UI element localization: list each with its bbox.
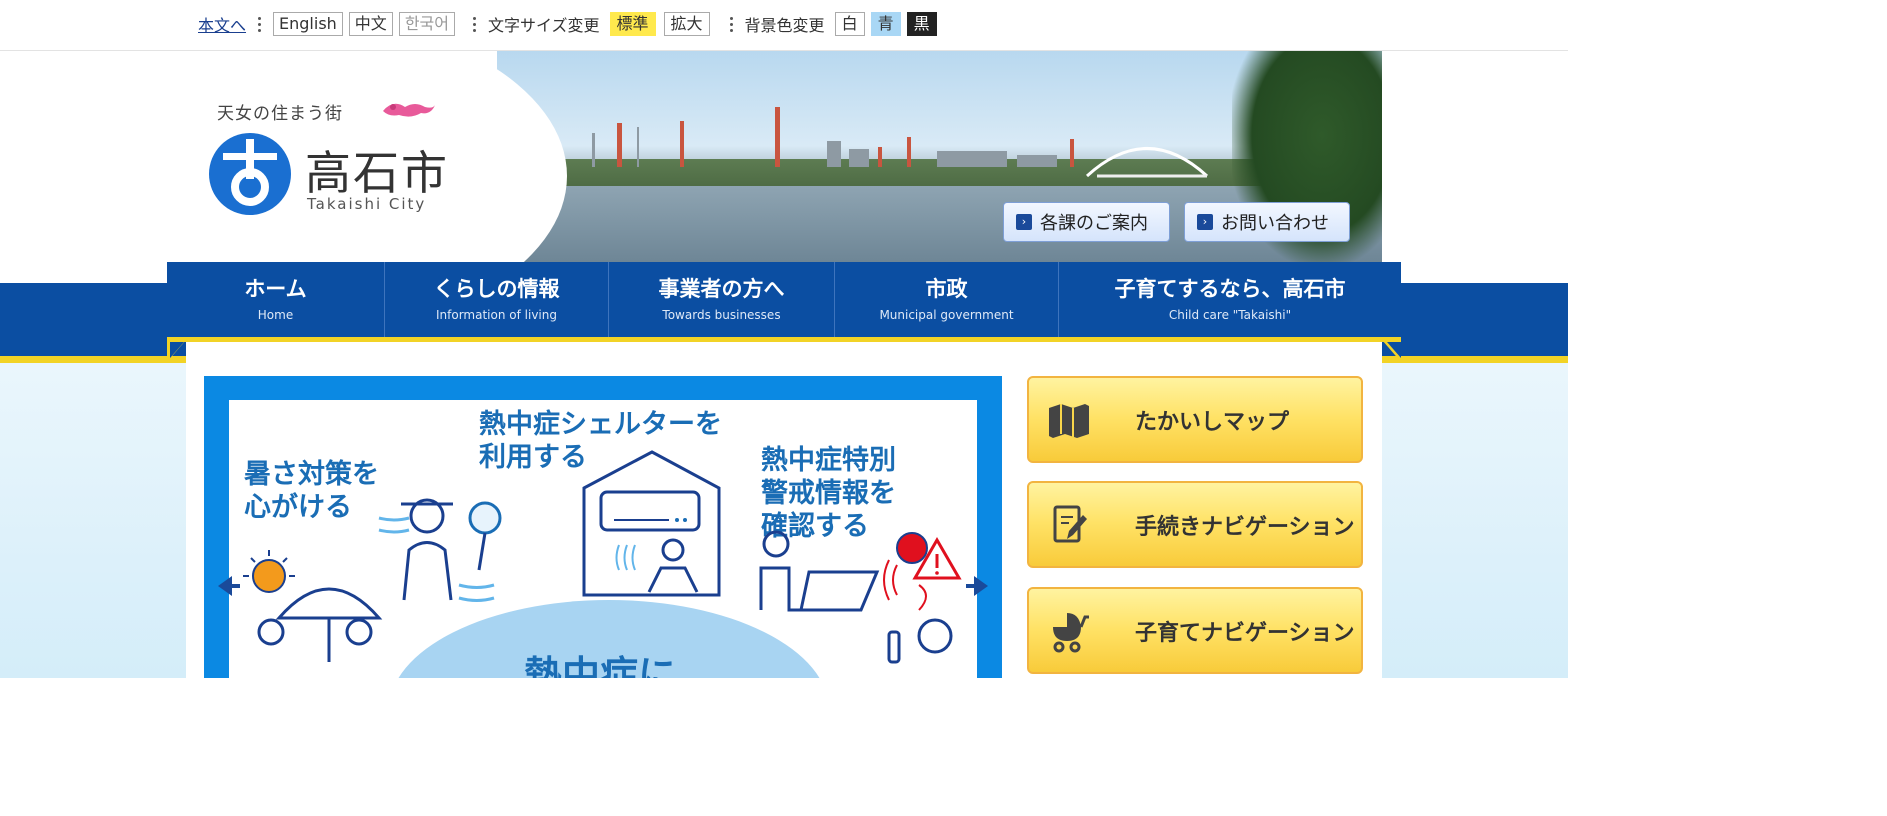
nav-sublabel: Municipal government [879, 308, 1014, 322]
arrow-right-icon: › [1197, 214, 1213, 230]
lang-korean-button[interactable]: 한국어 [398, 12, 455, 36]
slider-prev-arrow-icon[interactable] [216, 574, 240, 598]
banner-slider[interactable]: 暑さ対策を 心がける 熱中症シェルターを 利用する 熱中症特別 警戒情報を 確認… [204, 376, 1002, 678]
bg-color-label: 背景色変更 [744, 16, 825, 35]
nav-sublabel: Child care "Takaishi" [1168, 308, 1292, 322]
city-tagline: 天女の住まう街 [217, 104, 343, 124]
side-button-label: 手続きナビゲーション [1135, 514, 1355, 540]
nav-label: 事業者の方へ [658, 277, 785, 301]
lang-english-button[interactable]: English [273, 12, 343, 36]
city-name-english: Takaishi City [307, 195, 427, 213]
nav-label: 子育てするなら、高石市 [1114, 277, 1346, 301]
font-size-label: 文字サイズ変更 [487, 16, 600, 35]
map-icon [1049, 403, 1089, 438]
nav-label: ホーム [244, 277, 307, 301]
side-button-label: たかいしマップ [1135, 409, 1290, 435]
nav-label: 市政 [925, 277, 968, 301]
bg-blue-button[interactable]: 青 [870, 12, 901, 36]
stroller-icon [1053, 612, 1089, 652]
contact-label: お問い合わせ [1221, 213, 1329, 234]
separator-dots [729, 14, 733, 35]
takaishi-map-button[interactable]: たかいしマップ [1027, 376, 1363, 463]
bg-white-button[interactable]: 白 [834, 12, 865, 36]
separator-dots [258, 14, 262, 35]
bg-black-button[interactable]: 黒 [906, 12, 937, 36]
department-guide-button[interactable]: › 各課のご案内 [1003, 202, 1170, 242]
nav-bottom-border [167, 337, 1401, 342]
separator-dots [472, 14, 476, 35]
nav-living-info[interactable]: くらしの情報 Information of living [385, 262, 609, 337]
global-nav: ホーム Home くらしの情報 Information of living 事業… [167, 262, 1401, 337]
site-header: 天女の住まう街 高石市 Takaishi City › 各課のご案内 › お問い… [167, 51, 1382, 262]
arrow-right-icon: › [1016, 214, 1032, 230]
city-emblem-icon [209, 133, 291, 215]
slider-next-arrow-icon[interactable] [966, 574, 990, 598]
nav-home[interactable]: ホーム Home [167, 262, 385, 337]
procedure-navigation-button[interactable]: 手続きナビゲーション [1027, 481, 1363, 568]
nav-sublabel: Home [257, 308, 294, 322]
lang-chinese-button[interactable]: 中文 [348, 12, 393, 36]
font-size-large-button[interactable]: 拡大 [663, 12, 710, 36]
department-guide-label: 各課のご案内 [1040, 213, 1148, 234]
pen-document-icon [1053, 505, 1087, 542]
side-button-label: 子育てナビゲーション [1135, 620, 1355, 646]
heatstroke-banner[interactable]: 暑さ対策を 心がける 熱中症シェルターを 利用する 熱中症特別 警戒情報を 確認… [229, 400, 977, 678]
contact-button[interactable]: › お問い合わせ [1184, 202, 1350, 242]
city-name: 高石市 [305, 146, 449, 200]
childcare-navigation-button[interactable]: 子育てナビゲーション [1027, 587, 1363, 674]
tennyo-mascot-icon [383, 103, 435, 117]
industrial-skyline [592, 107, 1209, 178]
nav-sublabel: Towards businesses [662, 308, 781, 322]
slide-text-center: 熱中症に [524, 653, 677, 678]
nav-childcare[interactable]: 子育てするなら、高石市 Child care "Takaishi" [1059, 262, 1401, 337]
skip-to-content-link[interactable]: 本文へ [198, 12, 246, 36]
nav-businesses[interactable]: 事業者の方へ Towards businesses [609, 262, 835, 337]
utility-bar: 本文へ English 中文 한국어 文字サイズ変更 標準 拡大 背景色変更 白… [0, 0, 1568, 51]
nav-municipal[interactable]: 市政 Municipal government [835, 262, 1059, 337]
nav-label: くらしの情報 [433, 277, 560, 301]
nav-sublabel: Information of living [436, 308, 557, 322]
font-size-standard-button[interactable]: 標準 [609, 12, 656, 36]
